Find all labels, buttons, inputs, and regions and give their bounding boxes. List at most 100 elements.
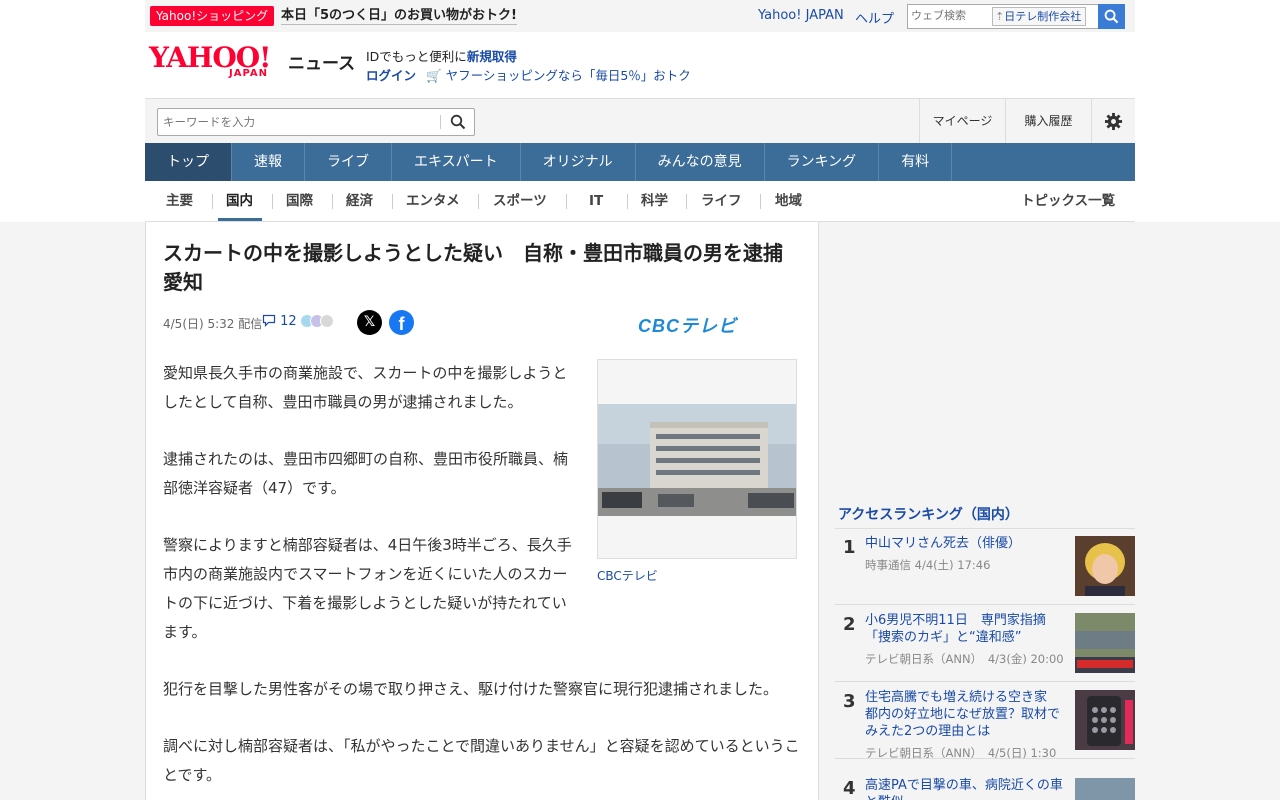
- article-photo[interactable]: [597, 359, 797, 559]
- sub-nav: 主要 国内 国際 経済 エンタメ スポーツ IT 科学 ライフ 地域 トピックス…: [145, 181, 1135, 222]
- cart-icon: 🛒: [426, 68, 442, 83]
- rank-number: 4: [843, 778, 856, 799]
- subnav-international[interactable]: 国際: [286, 193, 313, 209]
- ranking-thumbnail: [1075, 536, 1135, 596]
- ranking-item-source: テレビ朝日系（ANN） 4/5(日) 1:30: [865, 746, 1057, 760]
- signup-link[interactable]: 新規取得: [467, 49, 517, 64]
- portrait-thumbnail: [1075, 536, 1135, 596]
- nav-ranking[interactable]: ランキング: [765, 143, 880, 181]
- web-search-input[interactable]: [911, 9, 993, 22]
- subnav-divider: [392, 194, 393, 209]
- smartphone-calculator-thumbnail: [1075, 690, 1135, 750]
- subnav-divider: [478, 194, 479, 209]
- main-nav: トップ 速報 ライブ エキスパート オリジナル みんなの意見 ランキング 有料: [145, 143, 1135, 181]
- rank-number: 2: [843, 614, 856, 635]
- search-icon: [1104, 9, 1119, 24]
- subnav-sports[interactable]: スポーツ: [493, 193, 547, 209]
- nav-paid[interactable]: 有料: [879, 143, 953, 181]
- subnav-domestic[interactable]: 国内: [226, 193, 253, 209]
- shopping-badge[interactable]: Yahoo!ショッピング: [150, 6, 275, 26]
- ranking-item-title: 小6男児不明11日 専門家指摘「捜索のカギ」と“違和感”: [865, 613, 1046, 645]
- ranking-item-source: テレビ朝日系（ANN） 4/3(金) 20:00: [865, 652, 1064, 666]
- river-scene-thumbnail: [1075, 613, 1135, 673]
- keyword-search-input[interactable]: [163, 115, 433, 129]
- subnav-local[interactable]: 地域: [775, 193, 802, 209]
- subnav-divider: [686, 194, 687, 209]
- ranking-item-title: 高速PAで目撃の車、病院近くの車と酷似: [865, 778, 1063, 800]
- article-paragraph: 警察によりますと楠部容疑者は、4日午後3時半ごろ、長久手市内の商業施設内でスマー…: [163, 536, 572, 641]
- subnav-active-indicator: [218, 218, 262, 221]
- comments-link[interactable]: 12: [262, 314, 297, 329]
- article: スカートの中を撮影しようとした疑い 自称・豊田市職員の男を逮捕 愛知 4/5(日…: [145, 222, 819, 800]
- comment-icon: [262, 314, 276, 327]
- signup-prompt: IDでもっと便利に: [366, 49, 467, 64]
- ranking-item[interactable]: 2 小6男児不明11日 専門家指摘「捜索のカギ」と“違和感” テレビ朝日系（AN…: [835, 606, 1135, 682]
- ranking-item-title: 住宅高騰でも増え続ける空き家 都内の好立地になぜ放置？取材でみえた2つの理由とは: [865, 690, 1061, 739]
- reaction-icon-think: [320, 314, 334, 328]
- subnav-economy[interactable]: 経済: [346, 193, 373, 209]
- news-logo[interactable]: ニュース: [288, 49, 355, 74]
- ranking-thumbnail: [1075, 778, 1135, 800]
- web-search-box: ⇡日テレ制作会社: [907, 4, 1125, 29]
- rank-number: 1: [843, 537, 856, 558]
- topics-list-link[interactable]: トピックス一覧: [1021, 193, 1115, 209]
- gear-icon: [1104, 112, 1123, 131]
- login-link[interactable]: ログイン: [366, 68, 416, 83]
- photo-caption[interactable]: CBCテレビ: [597, 567, 658, 584]
- ranking-title[interactable]: アクセスランキング（国内）: [838, 504, 1019, 524]
- search-divider: [440, 115, 441, 129]
- subnav-divider: [272, 194, 273, 209]
- login-box: IDでもっと便利に新規取得 ログイン 🛒 ヤフーショッピングなら「毎日5％」おト…: [366, 47, 691, 85]
- arrow-icon: ⇡: [995, 10, 1005, 23]
- subnav-entertainment[interactable]: エンタメ: [406, 193, 460, 209]
- search-suggestion-chip[interactable]: ⇡日テレ制作会社: [992, 7, 1087, 26]
- logo-row: YAHOO! JAPAN ニュース IDでもっと便利に新規取得 ログイン 🛒 ヤ…: [145, 32, 1135, 98]
- article-paragraph: 愛知県長久手市の商業施設で、スカートの中を撮影しようとしたとして自称、豊田市職員…: [163, 364, 568, 411]
- subnav-divider: [627, 194, 628, 209]
- subnav-main[interactable]: 主要: [166, 193, 193, 209]
- shopping-promo-link[interactable]: ヤフーショッピングなら「毎日5％」おトク: [446, 68, 691, 83]
- comment-count: 12: [280, 314, 297, 329]
- ranking-item[interactable]: 1 中山マリさん死去（俳優） 時事通信 4/4(土) 17:46: [835, 529, 1135, 605]
- yahoo-logo-sub: JAPAN: [229, 68, 268, 79]
- facebook-share-icon[interactable]: f: [389, 310, 414, 335]
- subnav-divider: [566, 194, 567, 209]
- x-share-icon[interactable]: 𝕏: [357, 310, 382, 335]
- ranking-thumbnail: [1075, 613, 1135, 673]
- settings-button[interactable]: [1091, 99, 1135, 144]
- ranking-item[interactable]: 3 住宅高騰でも増え続ける空き家 都内の好立地になぜ放置？取材でみえた2つの理由…: [835, 683, 1135, 760]
- subnav-it[interactable]: IT: [589, 193, 603, 209]
- promo-bar: Yahoo!ショッピング 本日「5のつく日」のお買い物がおトク! Yahoo! …: [145, 0, 1135, 32]
- keyword-search-button[interactable]: [444, 111, 472, 133]
- promo-link[interactable]: 本日「5のつく日」のお買い物がおトク!: [281, 7, 517, 25]
- search-icon: [450, 114, 466, 130]
- nav-opinions[interactable]: みんなの意見: [636, 143, 765, 181]
- car-scene-thumbnail: [1075, 778, 1135, 800]
- subnav-divider: [212, 194, 213, 209]
- nav-expert[interactable]: エキスパート: [392, 143, 521, 181]
- nav-breaking[interactable]: 速報: [232, 143, 305, 181]
- keyword-search-box: [157, 108, 475, 136]
- subnav-life[interactable]: ライフ: [701, 193, 742, 209]
- nav-original[interactable]: オリジナル: [521, 143, 636, 181]
- cbc-tv-logo[interactable]: CBCテレビ: [638, 312, 737, 338]
- reaction-icons[interactable]: [300, 314, 334, 328]
- nav-top[interactable]: トップ: [145, 143, 232, 181]
- yahoo-japan-link[interactable]: Yahoo! JAPAN: [758, 8, 844, 23]
- web-search-button[interactable]: [1098, 4, 1125, 29]
- search-suggestion-label: 日テレ制作会社: [1004, 10, 1082, 23]
- nav-live[interactable]: ライブ: [305, 143, 392, 181]
- ranking-item-source: 時事通信 4/4(土) 17:46: [865, 558, 991, 572]
- article-date: 4/5(日) 5:32 配信: [163, 317, 263, 331]
- rank-number: 3: [843, 691, 856, 712]
- mypage-link[interactable]: マイページ: [919, 99, 1005, 144]
- subnav-divider: [332, 194, 333, 209]
- article-paragraph: 逮捕されたのは、豊田市四郷町の自称、豊田市役所職員、楠部徳洋容疑者（47）です。: [163, 450, 569, 497]
- search-row: マイページ 購入履歴: [145, 98, 1135, 144]
- ranking-item-title: 中山マリさん死去（俳優）: [865, 536, 1022, 551]
- help-link[interactable]: ヘルプ: [855, 8, 894, 27]
- purchase-history-link[interactable]: 購入履歴: [1005, 99, 1091, 144]
- subnav-divider: [760, 194, 761, 209]
- ranking-item[interactable]: 4 高速PAで目撃の車、病院近くの車と酷似: [835, 760, 1135, 800]
- subnav-science[interactable]: 科学: [641, 193, 668, 209]
